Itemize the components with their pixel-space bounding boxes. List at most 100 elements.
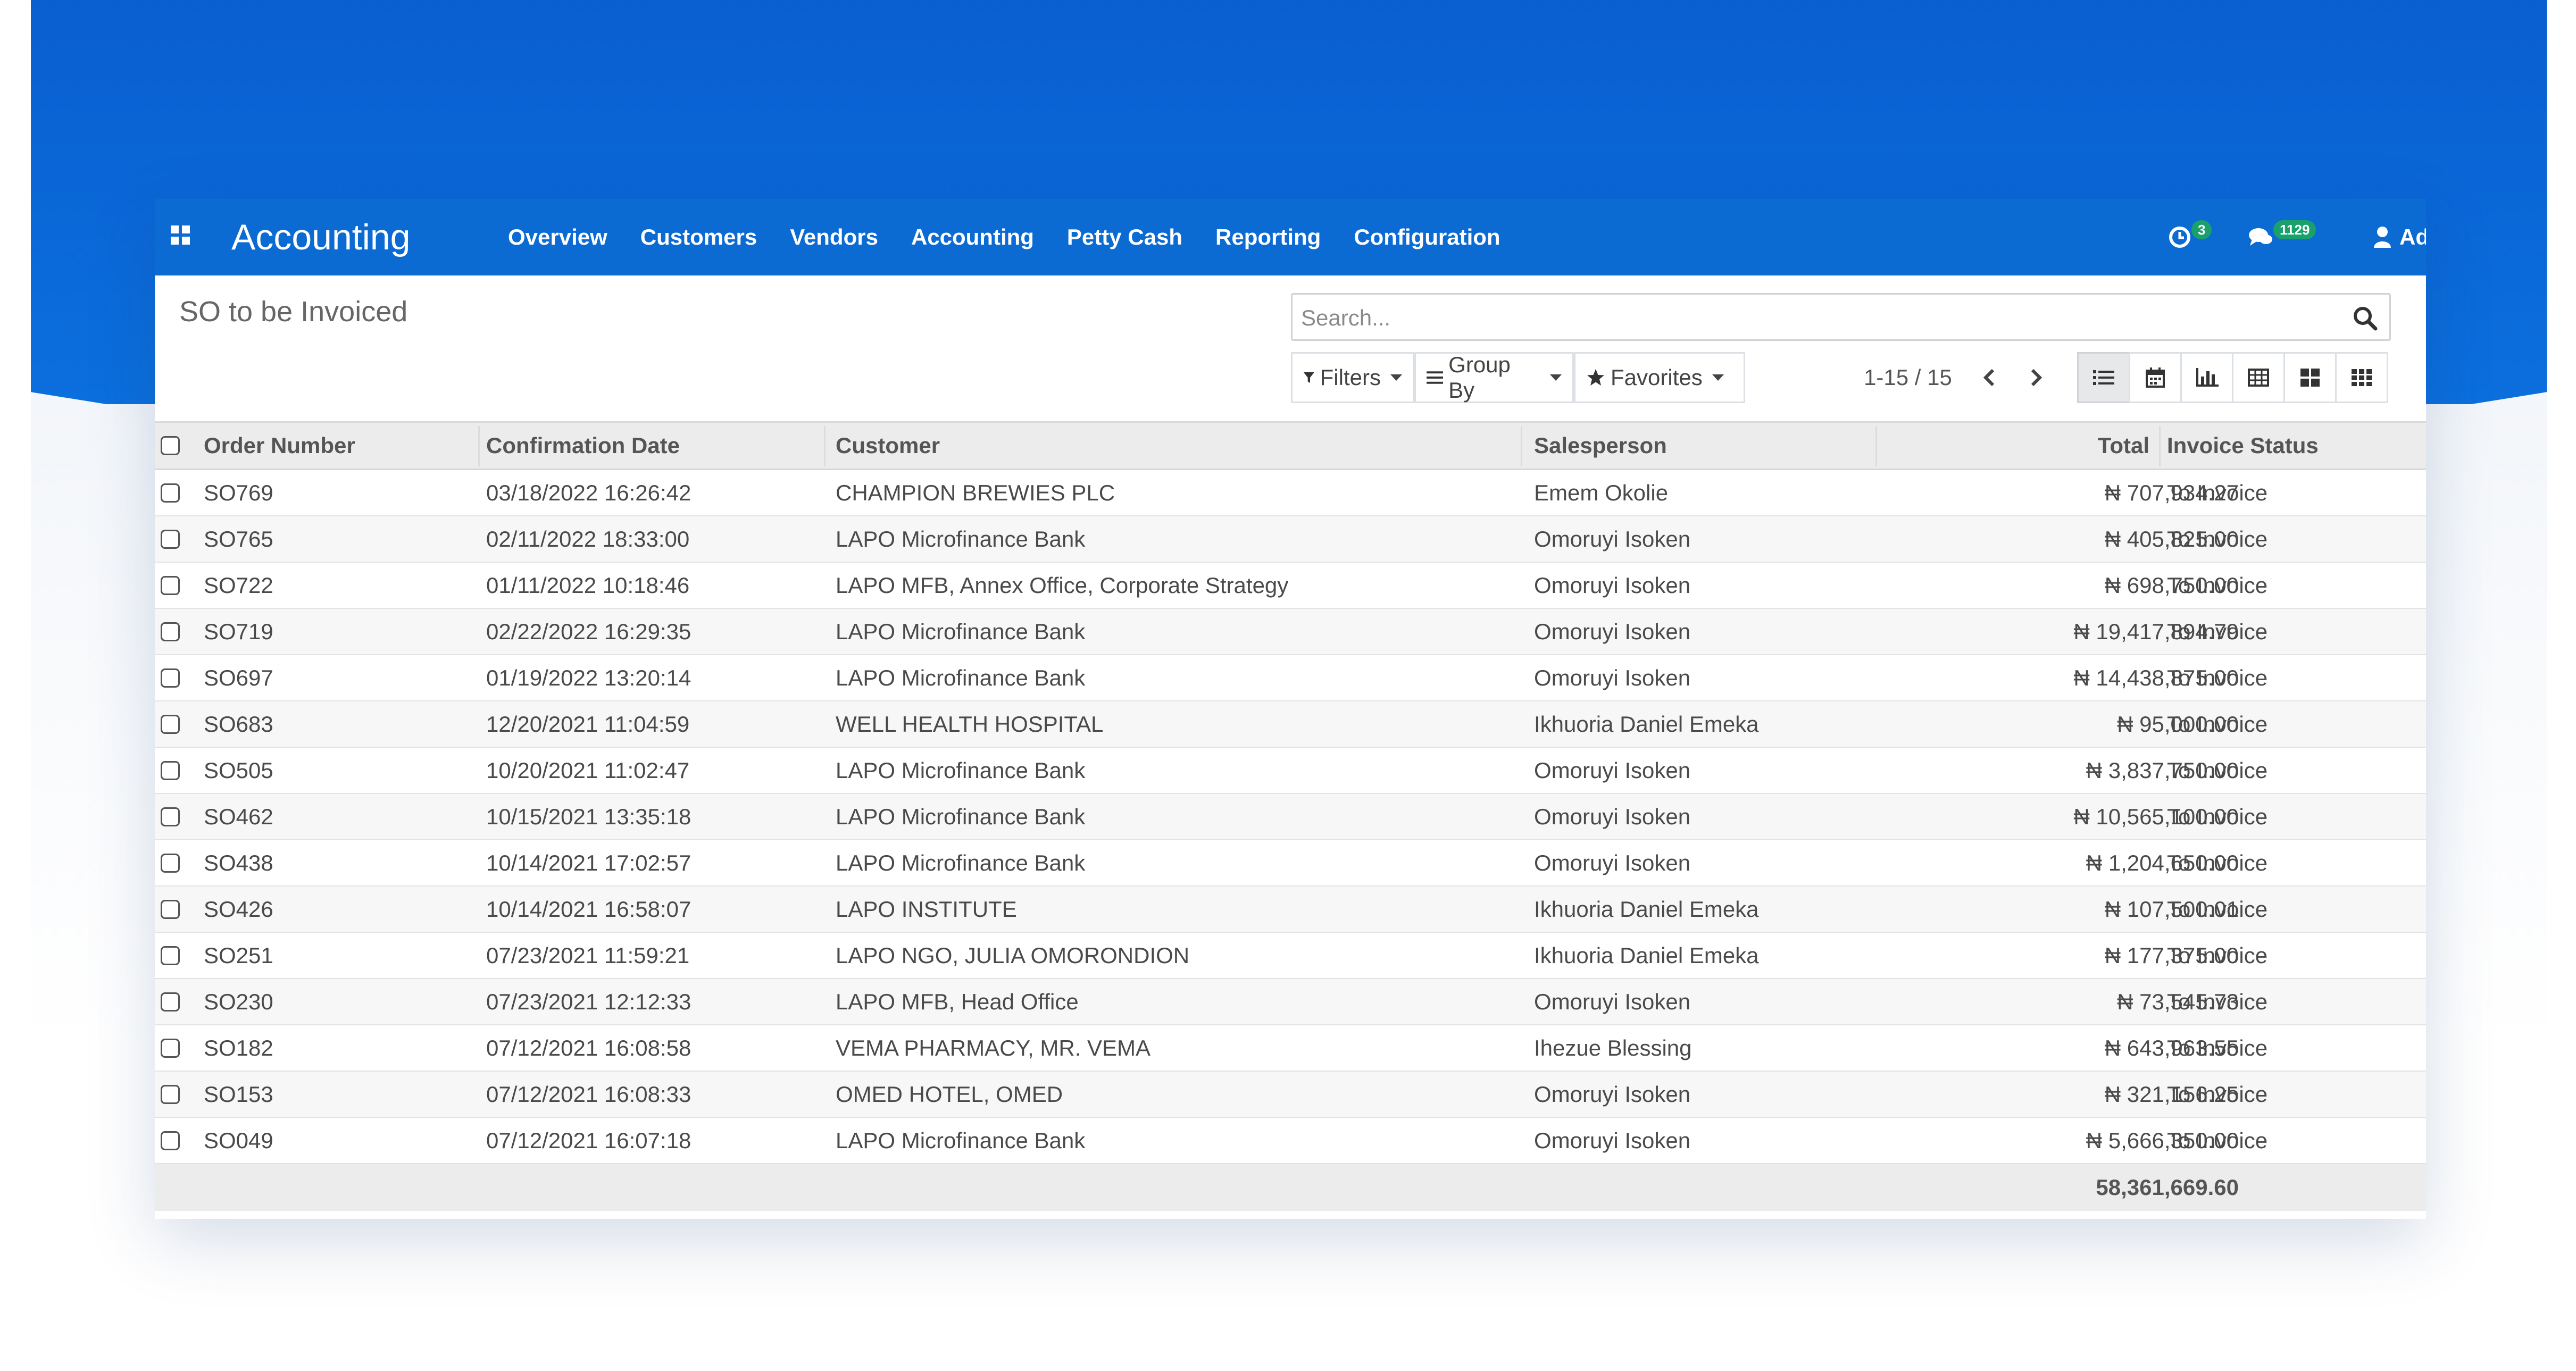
filters-button[interactable]: Filters (1291, 352, 1414, 403)
table-row[interactable]: SO505 10/20/2021 11:02:47 LAPO Microfinanc… (155, 748, 2426, 794)
cell-order-number: SO719 (204, 619, 273, 644)
table-row[interactable]: SO769 03/18/2022 16:26:42 CHAMPION BREWIES… (155, 470, 2426, 516)
search-icon[interactable] (2351, 304, 2380, 333)
row-checkbox[interactable] (161, 576, 180, 595)
cell-confirmation-date: 10/14/2021 17:02:57 (486, 850, 691, 875)
row-checkbox[interactable] (161, 622, 180, 641)
activity-button[interactable]: 3 (2168, 220, 2212, 254)
cell-confirmation-date: 02/22/2022 16:29:35 (486, 619, 691, 644)
bar-chart-icon (2196, 368, 2219, 387)
row-checkbox[interactable] (161, 992, 180, 1011)
menu-item-reporting[interactable]: Reporting (1215, 222, 1321, 252)
cell-customer: VEMA PHARMACY, MR. VEMA (836, 1035, 1151, 1060)
table-row[interactable]: SO462 10/15/2021 13:35:18 LAPO Microfinanc… (155, 794, 2426, 840)
row-checkbox[interactable] (161, 715, 180, 734)
row-checkbox[interactable] (161, 761, 180, 780)
col-salesperson[interactable]: Salesperson (1534, 423, 1667, 469)
cell-order-number: SO426 (204, 897, 273, 922)
main-menu: Overview Customers Vendors Accounting Pe… (508, 222, 1533, 252)
kanban-icon (2300, 369, 2320, 387)
select-all-checkbox[interactable] (161, 436, 180, 455)
filter-icon (1303, 372, 1314, 383)
table-footer: 58,361,669.60 (155, 1164, 2426, 1211)
col-customer[interactable]: Customer (836, 423, 940, 469)
cell-confirmation-date: 02/11/2022 18:33:00 (486, 526, 690, 551)
caret-down-icon (1550, 374, 1562, 381)
cell-invoice-status: To Invoice (2167, 1035, 2268, 1060)
cell-salesperson: Omoruyi Isoken (1534, 526, 1691, 551)
list-view-icon (2093, 370, 2114, 385)
pager-value[interactable]: 1-15 / 15 (1864, 364, 1952, 391)
table-row[interactable]: SO153 07/12/2021 16:08:33 OMED HOTEL, OMED… (155, 1072, 2426, 1118)
table-icon (2248, 369, 2269, 387)
cell-salesperson: Omoruyi Isoken (1534, 573, 1691, 598)
table-row[interactable]: SO719 02/22/2022 16:29:35 LAPO Microfinanc… (155, 609, 2426, 655)
cell-salesperson: Omoruyi Isoken (1534, 665, 1691, 690)
cell-order-number: SO438 (204, 850, 273, 875)
graph-view-button[interactable] (2180, 352, 2233, 403)
calendar-icon (2146, 367, 2165, 388)
chevron-left-icon[interactable] (1975, 363, 2005, 392)
groupby-button[interactable]: Group By (1414, 352, 1574, 403)
menu-item-accounting[interactable]: Accounting (911, 222, 1034, 252)
cell-invoice-status: To Invoice (2167, 480, 2268, 505)
row-checkbox[interactable] (161, 483, 180, 503)
list-view-button[interactable] (2077, 352, 2130, 403)
table-row[interactable]: SO426 10/14/2021 16:58:07 LAPO INSTITUTE Ik… (155, 887, 2426, 933)
grid-view-button[interactable] (2335, 352, 2388, 403)
odoo-window: Accounting Overview Customers Vendors Ac… (155, 199, 2426, 1219)
chevron-right-icon[interactable] (2021, 363, 2050, 392)
menu-item-overview[interactable]: Overview (508, 222, 607, 252)
user-name-wrap[interactable]: Administrator (2399, 220, 2426, 254)
messages-button[interactable]: 1129 (2248, 220, 2316, 254)
cell-invoice-status: To Invoice (2167, 897, 2268, 922)
user-icon (2374, 227, 2391, 248)
col-confirmation-date[interactable]: Confirmation Date (486, 423, 680, 469)
row-checkbox[interactable] (161, 807, 180, 826)
table-row[interactable]: SO182 07/12/2021 16:08:58 VEMA PHARMACY, M… (155, 1025, 2426, 1072)
table-row[interactable]: SO251 07/23/2021 11:59:21 LAPO NGO, JULIA … (155, 933, 2426, 979)
menu-item-customers[interactable]: Customers (640, 222, 757, 252)
menu-item-vendors[interactable]: Vendors (790, 222, 878, 252)
table-row[interactable]: SO438 10/14/2021 17:02:57 LAPO Microfinanc… (155, 840, 2426, 887)
row-checkbox[interactable] (161, 668, 180, 688)
row-checkbox[interactable] (161, 900, 180, 919)
app-title[interactable]: Accounting (231, 215, 410, 260)
favorites-button[interactable]: Favorites (1574, 352, 1745, 403)
pivot-view-button[interactable] (2232, 352, 2285, 403)
row-checkbox[interactable] (161, 1131, 180, 1150)
col-invoice-status[interactable]: Invoice Status (2167, 423, 2319, 469)
apps-menu-icon[interactable] (171, 225, 190, 245)
kanban-view-button[interactable] (2283, 352, 2337, 403)
calendar-view-button[interactable] (2129, 352, 2182, 403)
table-row[interactable]: SO683 12/20/2021 11:04:59 WELL HEALTH HOSP… (155, 701, 2426, 748)
table-row[interactable]: SO697 01/19/2022 13:20:14 LAPO Microfinanc… (155, 655, 2426, 701)
row-checkbox[interactable] (161, 1039, 180, 1058)
user-name[interactable]: Administrator (2399, 224, 2426, 250)
col-total[interactable]: Total (1931, 423, 2149, 469)
cell-order-number: SO230 (204, 989, 273, 1014)
row-checkbox[interactable] (161, 946, 180, 965)
table-row[interactable]: SO765 02/11/2022 18:33:00 LAPO Microfinanc… (155, 516, 2426, 563)
cell-customer: LAPO NGO, JULIA OMORONDION (836, 943, 1190, 968)
cell-order-number: SO251 (204, 943, 273, 968)
cell-order-number: SO505 (204, 758, 273, 783)
cell-invoice-status: To Invoice (2167, 758, 2268, 783)
search-input[interactable] (1300, 300, 2313, 336)
col-order-number[interactable]: Order Number (204, 423, 355, 469)
row-checkbox[interactable] (161, 530, 180, 549)
sum-total: 58,361,669.60 (2096, 1175, 2239, 1200)
cell-order-number: SO153 (204, 1082, 273, 1107)
cell-salesperson: Omoruyi Isoken (1534, 1082, 1691, 1107)
row-checkbox[interactable] (161, 854, 180, 873)
menu-item-configuration[interactable]: Configuration (1354, 222, 1500, 252)
table-row[interactable]: SO049 07/12/2021 16:07:18 LAPO Microfinanc… (155, 1118, 2426, 1164)
menu-item-petty-cash[interactable]: Petty Cash (1067, 222, 1182, 252)
cell-invoice-status: To Invoice (2167, 1128, 2268, 1153)
column-divider (1521, 426, 1522, 466)
cell-customer: LAPO Microfinance Bank (836, 665, 1086, 690)
table-row[interactable]: SO230 07/23/2021 12:12:33 LAPO MFB, Head O… (155, 979, 2426, 1025)
row-checkbox[interactable] (161, 1085, 180, 1104)
cell-confirmation-date: 07/12/2021 16:07:18 (486, 1128, 691, 1153)
table-row[interactable]: SO722 01/11/2022 10:18:46 LAPO MFB, Annex … (155, 563, 2426, 609)
